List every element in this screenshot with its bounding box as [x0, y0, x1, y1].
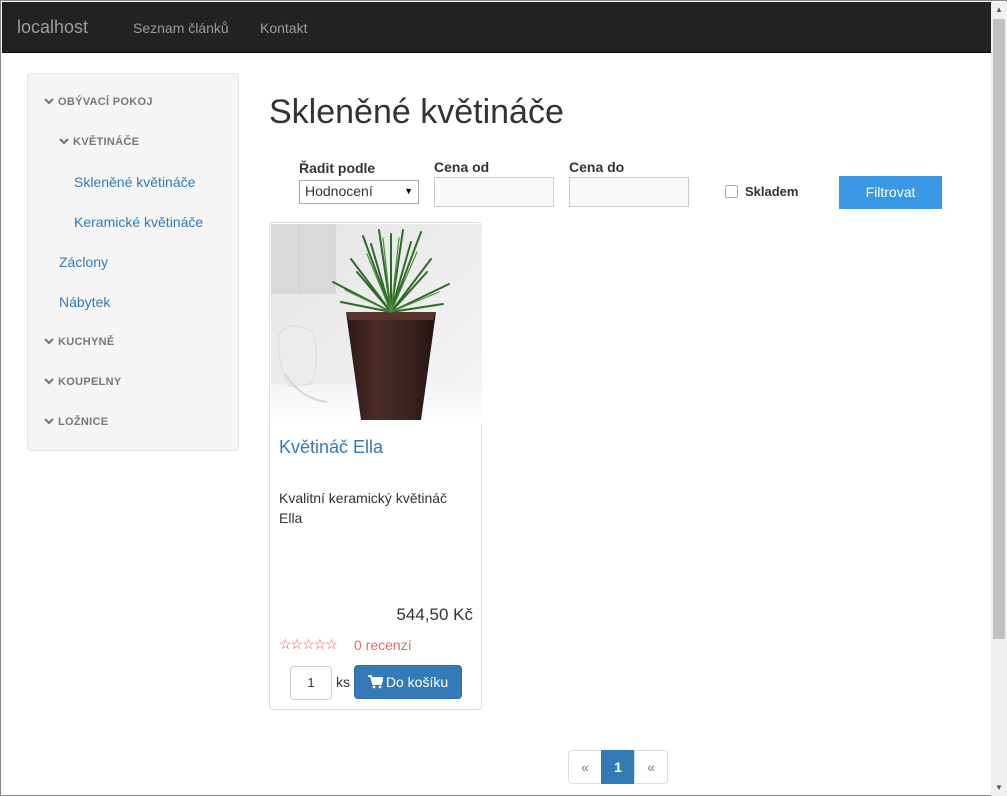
scrollbar-thumb[interactable] [993, 19, 1005, 639]
category-label: KOUPELNY [58, 376, 122, 388]
dropdown-arrow-icon: ▼ [404, 186, 413, 196]
shopping-cart-icon [367, 675, 384, 689]
price-from-label: Cena od [434, 159, 490, 175]
sort-label: Řadit podle [299, 160, 376, 176]
sort-select-value: Hodnocení [305, 183, 373, 199]
product-price: 544,50 Kč [396, 605, 473, 624]
pagination-page-current[interactable]: 1 [601, 750, 635, 784]
sidebar-item-curtains[interactable]: Záclony [59, 254, 108, 270]
chevron-down-icon [44, 98, 54, 105]
category-kitchen[interactable]: KUCHYNĚ [44, 336, 115, 348]
navbar-brand[interactable]: localhost [17, 17, 88, 38]
scroll-down-arrow-icon[interactable]: ▼ [991, 780, 1007, 796]
category-living-room[interactable]: OBÝVACÍ POKOJ [44, 96, 153, 108]
pagination-next[interactable]: « [634, 750, 668, 784]
product-card: Květináč Ella Kvalitní keramický květiná… [269, 222, 482, 710]
pagination: « 1 « [568, 750, 668, 784]
category-label: KUCHYNĚ [58, 336, 115, 348]
chevron-down-icon [44, 418, 54, 425]
price-to-input[interactable] [569, 177, 689, 207]
product-description: Kvalitní keramický květináč Ella [279, 490, 448, 526]
category-label: LOŽNICE [58, 416, 109, 428]
quantity-unit: ks [336, 674, 350, 690]
product-name-link[interactable]: Květináč Ella [279, 437, 383, 458]
scroll-up-arrow-icon[interactable]: ▲ [991, 2, 1007, 18]
pagination-prev[interactable]: « [568, 750, 602, 784]
page-title: Skleněné květináče [269, 93, 564, 131]
rating-stars-icon: ☆☆☆☆☆ [279, 636, 338, 652]
category-bedroom[interactable]: LOŽNICE [44, 416, 108, 428]
price-from-input[interactable] [434, 177, 554, 207]
sidebar-item-furniture[interactable]: Nábytek [59, 294, 110, 310]
add-to-cart-button[interactable]: Do košíku [354, 665, 462, 699]
filter-button[interactable]: Filtrovat [839, 176, 942, 209]
category-bathrooms[interactable]: KOUPELNY [44, 376, 122, 388]
reviews-link[interactable]: 0 recenzí [354, 637, 412, 653]
category-sidebar: OBÝVACÍ POKOJ KVĚTINÁČE Skleněné květiná… [27, 73, 239, 451]
quantity-input[interactable]: 1 [290, 666, 332, 700]
chevron-down-icon [44, 338, 54, 345]
browser-viewport: localhost Seznam článků Kontakt ▲ ▼ OBÝV… [0, 0, 1007, 796]
plant-pot-image [271, 224, 482, 424]
product-image[interactable] [271, 224, 482, 424]
sidebar-item-glass-pots[interactable]: Skleněné květináče [74, 174, 195, 190]
top-navbar: localhost Seznam článků Kontakt [2, 2, 991, 53]
in-stock-checkbox[interactable] [725, 185, 738, 198]
sort-select[interactable]: Hodnocení ▼ [299, 180, 419, 204]
category-label: KVĚTINÁČE [73, 136, 140, 148]
sidebar-item-ceramic-pots[interactable]: Keramické květináče [74, 214, 203, 230]
chevron-down-icon [59, 138, 69, 145]
vertical-scrollbar[interactable]: ▲ ▼ [991, 2, 1007, 796]
price-to-label: Cena do [569, 159, 625, 175]
nav-link-articles[interactable]: Seznam článků [133, 20, 229, 36]
in-stock-label: Skladem [745, 184, 799, 199]
nav-link-contact[interactable]: Kontakt [260, 20, 307, 36]
add-to-cart-label: Do košíku [385, 674, 449, 690]
chevron-down-icon [44, 378, 54, 385]
category-pots[interactable]: KVĚTINÁČE [59, 136, 139, 148]
category-label: OBÝVACÍ POKOJ [58, 96, 153, 108]
